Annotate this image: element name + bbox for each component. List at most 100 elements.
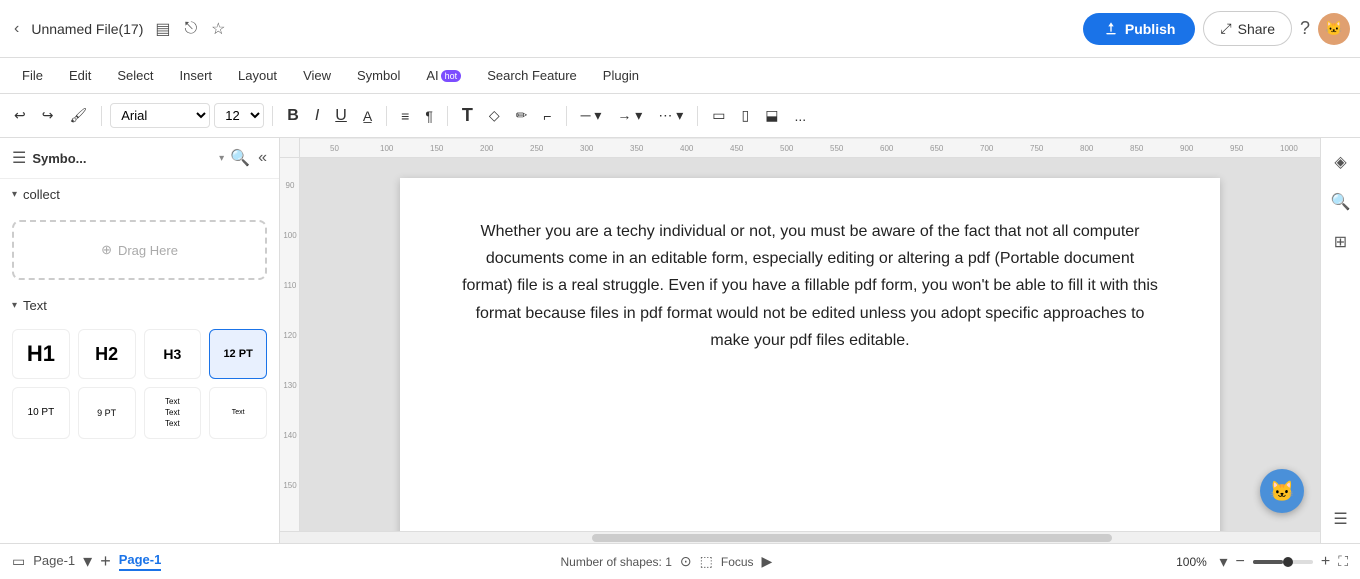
zoom-slider-thumb[interactable]	[1283, 557, 1293, 567]
text-style-9pt[interactable]: 9 PT	[78, 387, 136, 439]
text-section-title: Text	[23, 298, 47, 313]
svg-text:110: 110	[284, 281, 297, 290]
connector-button[interactable]: ⌐	[537, 104, 557, 128]
text-style-small[interactable]: TextTextText	[144, 387, 202, 439]
paragraph-button[interactable]: ¶	[419, 104, 439, 128]
menu-symbol[interactable]: Symbol	[345, 63, 412, 88]
page-tab-active[interactable]: Page-1	[119, 552, 162, 571]
bottom-left: ▭ Page-1 ▾ + Page-1	[12, 551, 161, 572]
scroll-thumb[interactable]	[592, 534, 1112, 542]
svg-text:650: 650	[930, 144, 944, 153]
align-left-button[interactable]: ⬓	[759, 103, 784, 128]
page-text-content: Whether you are a techy individual or no…	[460, 218, 1160, 354]
menu-select[interactable]: Select	[105, 63, 165, 88]
grid-view-button[interactable]: ⊞	[1328, 226, 1353, 258]
menu-layout[interactable]: Layout	[226, 63, 289, 88]
share-label: Share	[1238, 21, 1275, 37]
text-style-10pt[interactable]: 10 PT	[12, 387, 70, 439]
more-options-button[interactable]: ...	[788, 104, 812, 128]
bottom-bar: ▭ Page-1 ▾ + Page-1 Number of shapes: 1 …	[0, 543, 1360, 579]
right-panel: ◈ 🔍 ⊞ ☰	[1320, 138, 1360, 543]
divider-3	[386, 106, 387, 126]
undo-button[interactable]: ↩	[8, 103, 32, 128]
underline-button[interactable]: U	[329, 103, 353, 129]
text-style-tiny[interactable]: Text	[209, 387, 267, 439]
back-button[interactable]: ‹	[10, 16, 23, 42]
star-icon[interactable]: ☆	[207, 15, 229, 43]
share-icon: ⤢	[1220, 20, 1231, 37]
border-right-button[interactable]: ▯	[736, 103, 756, 128]
text-style-h2[interactable]: H2	[78, 329, 136, 379]
font-family-select[interactable]: Arial	[110, 103, 210, 128]
menu-insert[interactable]: Insert	[168, 63, 225, 88]
page-layout-icon[interactable]: ▭	[12, 553, 25, 570]
line-style-button[interactable]: ─ ▾	[575, 103, 608, 128]
image-search-button[interactable]: 🔍	[1325, 186, 1357, 218]
text-align-button[interactable]: ≡	[395, 104, 415, 128]
page-dropdown-button[interactable]: ▾	[83, 551, 92, 572]
text-style-12pt[interactable]: 12 PT	[209, 329, 267, 379]
svg-text:300: 300	[580, 144, 594, 153]
horizontal-scrollbar[interactable]	[280, 531, 1320, 543]
ai-hot-badge: hot	[441, 70, 462, 82]
text-style-h1[interactable]: H1	[12, 329, 70, 379]
fill-button[interactable]: ◇	[483, 103, 506, 128]
layers-button[interactable]: ⊙	[680, 553, 692, 570]
play-button[interactable]: ▶	[762, 553, 773, 570]
page-tab-inactive: Page-1	[33, 553, 75, 570]
ai-chat-button[interactable]: 🐱	[1260, 469, 1304, 513]
menu-view[interactable]: View	[291, 63, 343, 88]
italic-button[interactable]: I	[309, 103, 325, 129]
right-panel-last-button[interactable]: ☰	[1327, 503, 1353, 535]
menu-edit[interactable]: Edit	[57, 63, 103, 88]
font-color-button[interactable]: A̲	[357, 104, 378, 128]
shapes-status: Number of shapes: 1	[560, 555, 671, 569]
format-painter-button[interactable]: 🖌	[63, 103, 93, 128]
font-size-select[interactable]: 12	[214, 103, 264, 128]
top-bar: ‹ Unnamed File(17) ▤ ⎋ ☆ Publish ⤢ Share…	[0, 0, 1360, 58]
svg-text:800: 800	[1080, 144, 1094, 153]
collect-section-header[interactable]: ▾ collect	[0, 179, 279, 210]
zoom-in-button[interactable]: +	[1321, 553, 1330, 571]
menu-ai[interactable]: AI hot	[414, 63, 473, 88]
border-left-button[interactable]: ▭	[706, 103, 731, 128]
fullscreen-button[interactable]: ⛶	[1338, 553, 1348, 570]
12pt-label: 12 PT	[223, 348, 252, 360]
panel-title: Symbo...	[32, 151, 213, 166]
help-button[interactable]: ?	[1300, 18, 1310, 39]
text-section-header[interactable]: ▾ Text	[0, 290, 279, 321]
svg-text:400: 400	[680, 144, 694, 153]
bold-button[interactable]: B	[281, 103, 305, 129]
border-style-button[interactable]: ⋯ ▾	[652, 103, 689, 128]
zoom-out-button[interactable]: −	[1236, 553, 1245, 571]
text-styles-grid: H1 H2 H3 12 PT 10 PT 9 PT TextTextText T…	[0, 321, 279, 447]
avatar[interactable]: 🐱	[1318, 13, 1350, 45]
text-box-button[interactable]: T	[456, 101, 479, 130]
zoom-dropdown-button[interactable]: ▾	[1219, 552, 1227, 572]
horizontal-ruler: 50 100 150 200 250 300 350 400 450 500 5…	[280, 138, 1320, 158]
menu-search-feature[interactable]: Search Feature	[475, 63, 589, 88]
sidebar-toggle-icon[interactable]: ▤	[151, 15, 174, 43]
panel-header: ☰ Symbo... ▾ 🔍 «	[0, 138, 279, 179]
panel-search-button[interactable]: 🔍	[230, 148, 250, 168]
small-text-label: TextTextText	[165, 396, 180, 430]
canvas-scroll[interactable]: Whether you are a techy individual or no…	[300, 158, 1320, 531]
arrow-style-button[interactable]: → ▾	[611, 103, 648, 128]
add-page-button[interactable]: +	[100, 551, 111, 572]
annotation-button[interactable]: ◈	[1328, 146, 1352, 178]
publish-button[interactable]: Publish	[1083, 13, 1196, 45]
share-button[interactable]: ⤢ Share	[1203, 11, 1292, 46]
page-canvas[interactable]: Whether you are a techy individual or no…	[400, 178, 1220, 531]
text-style-h3[interactable]: H3	[144, 329, 202, 379]
panel-collapse-button[interactable]: «	[258, 148, 267, 168]
redo-button[interactable]: ↪	[36, 103, 60, 128]
pen-button[interactable]: ✏	[510, 103, 534, 128]
external-link-icon[interactable]: ⎋	[181, 16, 202, 42]
menu-file[interactable]: File	[10, 63, 55, 88]
drag-here-box[interactable]: ⊕ Drag Here	[12, 220, 267, 280]
bottom-right: 100% ▾ − + ⛶	[1171, 552, 1348, 572]
focus-button[interactable]: ⬚	[700, 553, 713, 570]
zoom-slider-track	[1253, 560, 1313, 564]
collect-section-title: collect	[23, 187, 60, 202]
menu-plugin[interactable]: Plugin	[591, 63, 651, 88]
